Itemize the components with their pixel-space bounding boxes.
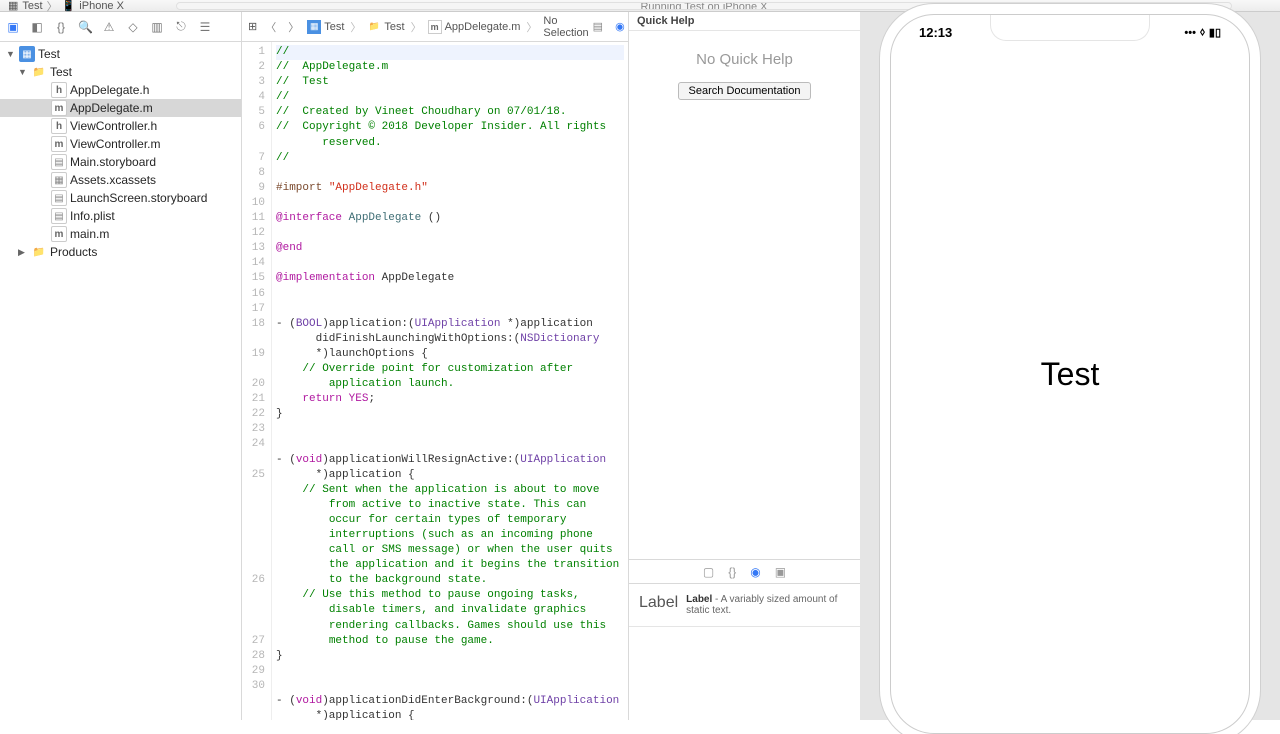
simulator-panel: 12:13 ••• ⬨ ▮▯ Test xyxy=(860,12,1280,720)
tree-row-test[interactable]: ▼▦Test xyxy=(0,45,241,63)
run-scheme-selector[interactable]: ▦ Test 〉 📱 iPhone X xyxy=(8,0,124,14)
scheme-device-name: iPhone X xyxy=(79,0,124,12)
issue-navigator-tab[interactable]: ⚠ xyxy=(102,20,116,34)
tree-row-appdelegate-m[interactable]: mAppDelegate.m xyxy=(0,99,241,117)
quick-help-title: Quick Help xyxy=(629,12,860,31)
object-library-tab[interactable]: ◉ xyxy=(750,565,760,579)
activity-status: Running Test on iPhone X xyxy=(176,2,1232,10)
tree-row-appdelegate-h[interactable]: hAppDelegate.h xyxy=(0,81,241,99)
tree-row-main-storyboard[interactable]: ▤Main.storyboard xyxy=(0,153,241,171)
line-gutter: 1234567891011121314151617181920212223242… xyxy=(242,42,272,720)
back-button[interactable]: 〈 xyxy=(261,19,280,35)
library-tabs: ▢ {} ◉ ▣ xyxy=(629,560,860,584)
code-snippet-tab[interactable]: {} xyxy=(728,565,736,579)
code-editor[interactable]: 1234567891011121314151617181920212223242… xyxy=(242,42,628,720)
tree-row-assets-xcassets[interactable]: ▦Assets.xcassets xyxy=(0,171,241,189)
no-quick-help-message: No Quick Help xyxy=(637,51,852,68)
notch xyxy=(990,15,1150,41)
app-screen[interactable]: Test xyxy=(891,15,1249,733)
file-template-tab[interactable]: ▢ xyxy=(703,565,714,579)
tree-row-main-m[interactable]: mmain.m xyxy=(0,225,241,243)
document-items-icon[interactable]: ▤ xyxy=(593,20,603,33)
quick-help-section: Quick Help No Quick Help Search Document… xyxy=(629,12,860,560)
forward-button[interactable]: 〉 xyxy=(284,19,303,35)
window-toolbar: ▦ Test 〉 📱 iPhone X Running Test on iPho… xyxy=(0,0,1280,12)
library-item-thumb: Label xyxy=(639,594,678,612)
code-content[interactable]: //// AppDelegate.m// Test//// Created by… xyxy=(272,42,628,720)
scheme-app-name: Test xyxy=(22,0,42,12)
find-navigator-tab[interactable]: 🔍 xyxy=(78,20,92,34)
search-documentation-button[interactable]: Search Documentation xyxy=(678,82,812,100)
navigator-panel: ▣ ◧ {} 🔍 ⚠ ◇ ▥ ⎋ ☰ ▼▦Test▼📁TesthAppDeleg… xyxy=(0,12,242,720)
jump-project[interactable]: ▦Test xyxy=(307,20,344,34)
object-library: ▢ {} ◉ ▣ Label Label - A variably sized … xyxy=(629,560,860,720)
jump-group[interactable]: 📁Test xyxy=(367,20,404,34)
tree-row-launchscreen-storyboard[interactable]: ▤LaunchScreen.storyboard xyxy=(0,189,241,207)
tree-row-viewcontroller-m[interactable]: mViewController.m xyxy=(0,135,241,153)
related-items-icon[interactable]: ⊞ xyxy=(248,20,257,33)
chevron-right-icon: 〉 xyxy=(47,0,58,14)
breakpoint-navigator-tab[interactable]: ⎋ xyxy=(174,19,188,34)
jump-file[interactable]: mAppDelegate.m xyxy=(428,20,521,34)
library-item-info: Label - A variably sized amount of stati… xyxy=(686,594,850,616)
media-library-tab[interactable]: ▣ xyxy=(775,565,786,579)
report-navigator-tab[interactable]: ☰ xyxy=(198,20,212,34)
editor-panel: ⊞ 〈 〉 ▦Test 〉 📁Test 〉 mAppDelegate.m 〉 N… xyxy=(242,12,628,720)
recent-files-icon[interactable]: ◉ xyxy=(615,20,625,33)
symbol-navigator-tab[interactable]: {} xyxy=(54,20,68,34)
library-item-label[interactable]: Label Label - A variably sized amount of… xyxy=(629,584,860,627)
device-icon: 📱 xyxy=(62,0,76,12)
tree-row-test[interactable]: ▼📁Test xyxy=(0,63,241,81)
jump-symbol[interactable]: No Selection xyxy=(543,15,588,39)
project-navigator-tab[interactable]: ▣ xyxy=(6,20,20,34)
tree-row-viewcontroller-h[interactable]: hViewController.h xyxy=(0,117,241,135)
tree-row-info-plist[interactable]: ▤Info.plist xyxy=(0,207,241,225)
navigator-tab-bar: ▣ ◧ {} 🔍 ⚠ ◇ ▥ ⎋ ☰ xyxy=(0,12,241,42)
source-control-tab[interactable]: ◧ xyxy=(30,20,44,34)
test-navigator-tab[interactable]: ◇ xyxy=(126,20,140,34)
inspector-panel: Quick Help No Quick Help Search Document… xyxy=(628,12,860,720)
debug-navigator-tab[interactable]: ▥ xyxy=(150,20,164,34)
tree-row-products[interactable]: ▶📁Products xyxy=(0,243,241,261)
app-label-text: Test xyxy=(1041,356,1100,393)
file-tree[interactable]: ▼▦Test▼📁TesthAppDelegate.hmAppDelegate.m… xyxy=(0,42,241,720)
iphone-x-frame: 12:13 ••• ⬨ ▮▯ Test xyxy=(890,14,1250,734)
app-icon: ▦ xyxy=(8,0,18,12)
jump-bar: ⊞ 〈 〉 ▦Test 〉 📁Test 〉 mAppDelegate.m 〉 N… xyxy=(242,12,628,42)
